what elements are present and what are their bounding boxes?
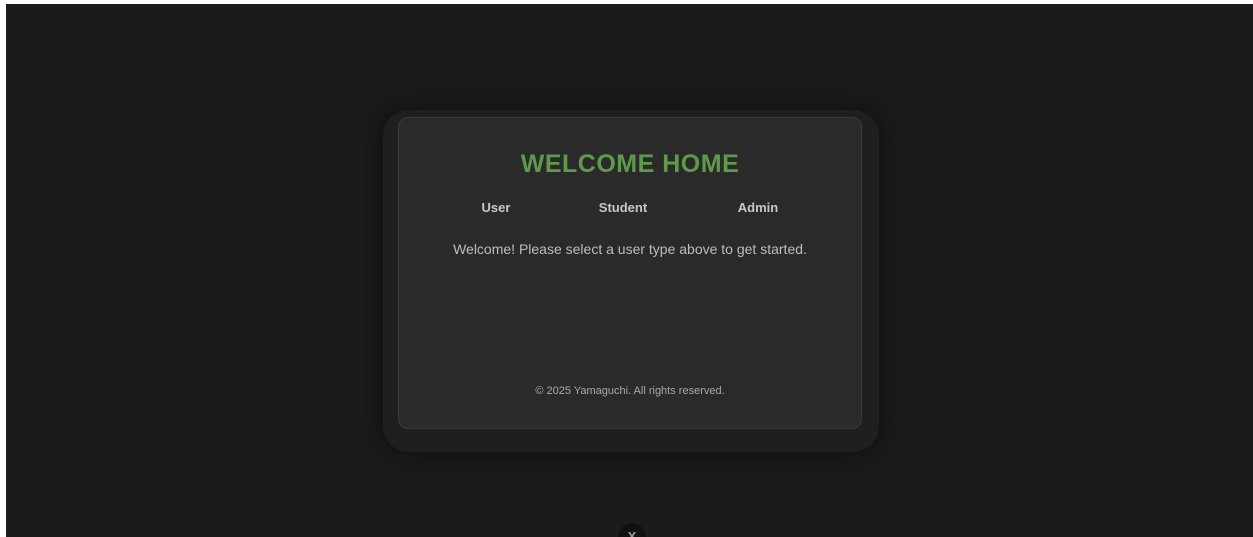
- page-title: WELCOME HOME: [520, 150, 740, 178]
- welcome-message: Welcome! Please select a user type above…: [453, 241, 807, 257]
- user-type-nav: User Student Admin: [399, 200, 861, 220]
- nav-item-user[interactable]: User: [482, 200, 511, 215]
- welcome-card: WELCOME HOME User Student Admin Welcome!…: [398, 117, 862, 429]
- footer-copyright: © 2025 Yamaguchi. All rights reserved.: [535, 385, 725, 397]
- nav-item-admin[interactable]: Admin: [738, 200, 778, 215]
- nav-item-student[interactable]: Student: [599, 200, 647, 215]
- close-icon: X: [627, 529, 637, 537]
- page-viewport: WELCOME HOME User Student Admin Welcome!…: [6, 4, 1253, 537]
- close-button[interactable]: X: [618, 523, 646, 537]
